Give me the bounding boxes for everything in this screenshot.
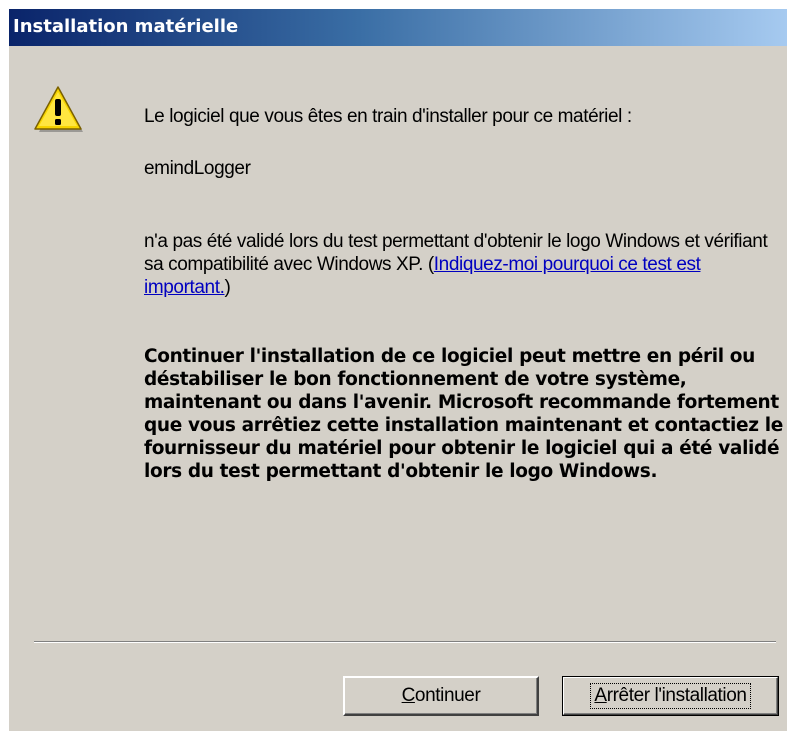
focus-rect: Arrêter l'installation: [590, 683, 751, 709]
stop-label: rrêter l'installation: [606, 685, 747, 706]
title-bar[interactable]: Installation matérielle: [9, 9, 787, 46]
installation-warning: Continuer l'installation de ce logiciel …: [144, 346, 783, 482]
continue-button[interactable]: Continuer: [343, 676, 539, 716]
stop-mnemonic: A: [594, 685, 607, 706]
logo-test-notice: n'a pas été validé lors du test permetta…: [144, 230, 772, 299]
device-name: emindLogger: [144, 158, 251, 179]
warning-icon: [31, 84, 87, 140]
installation-dialog: Installation matérielle Le logiciel que …: [9, 9, 787, 731]
stop-installation-button[interactable]: Arrêter l'installation: [562, 676, 779, 716]
continue-label: ontinuer: [414, 685, 481, 706]
notice-text-end: ): [224, 277, 231, 298]
intro-text: Le logiciel que vous êtes en train d'ins…: [144, 106, 632, 127]
window-title: Installation matérielle: [13, 16, 239, 37]
separator: [34, 641, 776, 643]
continue-mnemonic: C: [401, 685, 416, 706]
